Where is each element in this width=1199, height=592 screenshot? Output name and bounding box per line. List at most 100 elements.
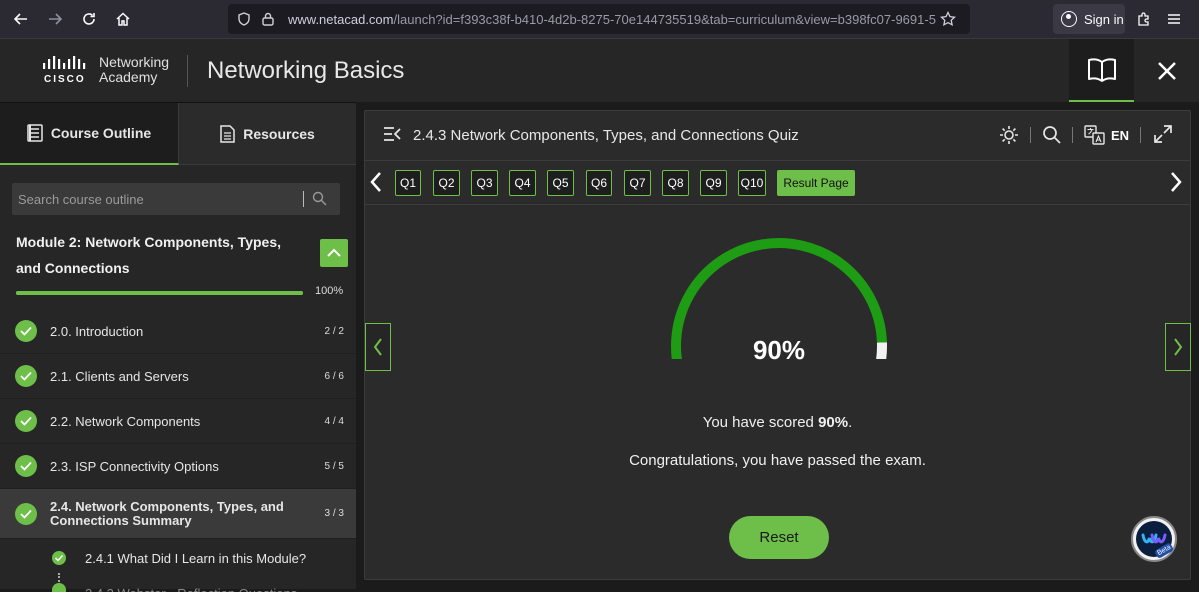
lesson-label: 2.3. ISP Connectivity Options: [50, 458, 219, 474]
reload-button[interactable]: [72, 2, 106, 36]
quiz-title: 2.4.3 Network Components, Types, and Con…: [413, 127, 799, 144]
webex-logo-icon: [1136, 521, 1172, 557]
lesson-item-active[interactable]: 2.4. Network Components, Types, and Conn…: [0, 489, 356, 539]
outline-icon: [27, 124, 43, 142]
shield-icon[interactable]: [232, 7, 256, 31]
score-message-end: .: [848, 414, 853, 431]
academy-logo-text: Networking Academy: [99, 55, 169, 85]
header-divider: [187, 55, 188, 87]
open-book-icon: [1087, 57, 1116, 82]
chevron-right-icon[interactable]: [1169, 171, 1183, 198]
question-button-q7[interactable]: Q7: [624, 170, 651, 196]
question-button-q5[interactable]: Q5: [547, 170, 574, 196]
lesson-item[interactable]: 2.1. Clients and Servers 6 / 6: [0, 354, 356, 399]
sublesson-item[interactable]: 2.4.1 What Did I Learn in this Module?: [0, 539, 356, 577]
browser-toolbar: www.netacad.com/launch?id=f393c38f-b410-…: [0, 0, 1199, 38]
reload-icon: [83, 13, 95, 25]
close-icon: [1158, 62, 1176, 80]
lock-icon[interactable]: [256, 7, 280, 31]
account-icon: [1061, 11, 1077, 27]
content-area: 2.4.3 Network Components, Types, and Con…: [356, 102, 1199, 589]
search-icon[interactable]: [1042, 125, 1061, 149]
chevron-left-icon: [373, 338, 382, 356]
lesson-count: 4 / 4: [324, 415, 344, 427]
sublesson-label[interactable]: 2.4.2 Webster - Reflection Questions: [85, 586, 297, 592]
chevron-left-icon[interactable]: [369, 171, 383, 198]
question-button-q8[interactable]: Q8: [662, 170, 689, 196]
completed-dot-icon: [52, 583, 66, 592]
chevron-up-icon: [327, 248, 341, 257]
toggle-outline-icon[interactable]: [383, 127, 401, 146]
completed-check-icon: [15, 455, 37, 477]
tab-resources[interactable]: Resources: [179, 103, 356, 165]
course-sidebar: Course Outline Resources Module 2: Netwo…: [0, 102, 356, 592]
search-input[interactable]: [12, 183, 302, 215]
outline-search: [12, 183, 340, 215]
fullscreen-icon[interactable]: [1154, 125, 1172, 148]
tab-course-outline[interactable]: Course Outline: [0, 103, 179, 165]
module-progress-bar: [16, 291, 303, 295]
tab-resources-label: Resources: [243, 125, 315, 142]
forward-button[interactable]: [38, 2, 72, 36]
question-button-q3[interactable]: Q3: [471, 170, 498, 196]
search-divider: [303, 191, 304, 207]
lesson-item[interactable]: 2.0. Introduction 2 / 2: [0, 309, 356, 354]
completed-check-icon: [15, 410, 37, 432]
lesson-count: 2 / 2: [324, 325, 344, 337]
lesson-count: 3 / 3: [324, 508, 344, 519]
question-button-q1[interactable]: Q1: [395, 170, 421, 196]
question-button-q4[interactable]: Q4: [509, 170, 536, 196]
result-page-button[interactable]: Result Page: [777, 170, 855, 196]
language-label[interactable]: EN: [1111, 128, 1129, 143]
bookmark-star-icon[interactable]: [936, 7, 960, 31]
completed-check-icon: [15, 502, 37, 525]
webex-assistant-button[interactable]: Beta: [1131, 516, 1177, 562]
lesson-item[interactable]: 2.2. Network Components 4 / 4: [0, 399, 356, 444]
back-button[interactable]: [4, 2, 38, 36]
question-button-q10[interactable]: Q10: [738, 170, 766, 196]
url-bar[interactable]: www.netacad.com/launch?id=f393c38f-b410-…: [228, 4, 970, 34]
lesson-label: 2.2. Network Components: [50, 413, 201, 429]
completed-dot-icon: [52, 551, 66, 565]
question-button-q6[interactable]: Q6: [586, 170, 612, 196]
logo-line-2: Academy: [99, 69, 158, 85]
translate-icon[interactable]: [1084, 125, 1106, 150]
sign-in-button[interactable]: Sign in: [1053, 4, 1125, 34]
lesson-label: 2.1. Clients and Servers: [50, 368, 189, 384]
sublesson-label: 2.4.1 What Did I Learn in this Module?: [85, 550, 307, 566]
menu-button[interactable]: [1159, 4, 1189, 34]
lesson-count: 5 / 5: [324, 460, 344, 472]
brightness-icon[interactable]: [999, 125, 1019, 150]
document-icon: [220, 124, 235, 143]
svg-text:CISCO: CISCO: [44, 74, 86, 85]
close-course-button[interactable]: [1135, 39, 1199, 103]
arrow-left-icon: [13, 13, 27, 25]
extensions-button[interactable]: [1129, 4, 1159, 34]
lesson-item[interactable]: 2.3. ISP Connectivity Options 5 / 5: [0, 444, 356, 489]
question-button-q2[interactable]: Q2: [433, 170, 460, 196]
app-header: CISCO Networking Academy Networking Basi…: [0, 38, 1199, 103]
lesson-count: 6 / 6: [324, 370, 344, 382]
home-button[interactable]: [106, 2, 140, 36]
quiz-panel: 2.4.3 Network Components, Types, and Con…: [364, 110, 1191, 580]
chevron-right-icon: [1174, 338, 1183, 356]
lesson-label: 2.0. Introduction: [50, 323, 144, 339]
search-icon[interactable]: [312, 191, 327, 211]
home-icon: [116, 12, 130, 26]
url-text[interactable]: www.netacad.com/launch?id=f393c38f-b410-…: [288, 12, 938, 27]
next-page-button[interactable]: [1165, 323, 1191, 371]
score-message: You have scored 90%.: [365, 414, 1190, 431]
header-separator: [1140, 127, 1141, 143]
pass-message: Congratulations, you have passed the exa…: [629, 452, 926, 469]
course-book-button[interactable]: [1069, 39, 1134, 103]
arrow-right-icon: [49, 13, 63, 25]
module-progress-label: 100%: [315, 285, 344, 297]
question-button-q9[interactable]: Q9: [700, 170, 727, 196]
collapse-module-button[interactable]: [320, 239, 348, 267]
previous-page-button[interactable]: [365, 323, 391, 371]
score-message-text: You have scored: [702, 414, 819, 431]
header-separator: [1072, 127, 1073, 143]
lesson-list: 2.0. Introduction 2 / 2 2.1. Clients and…: [0, 309, 356, 577]
reset-button[interactable]: Reset: [729, 516, 829, 559]
course-title: Networking Basics: [207, 57, 405, 84]
